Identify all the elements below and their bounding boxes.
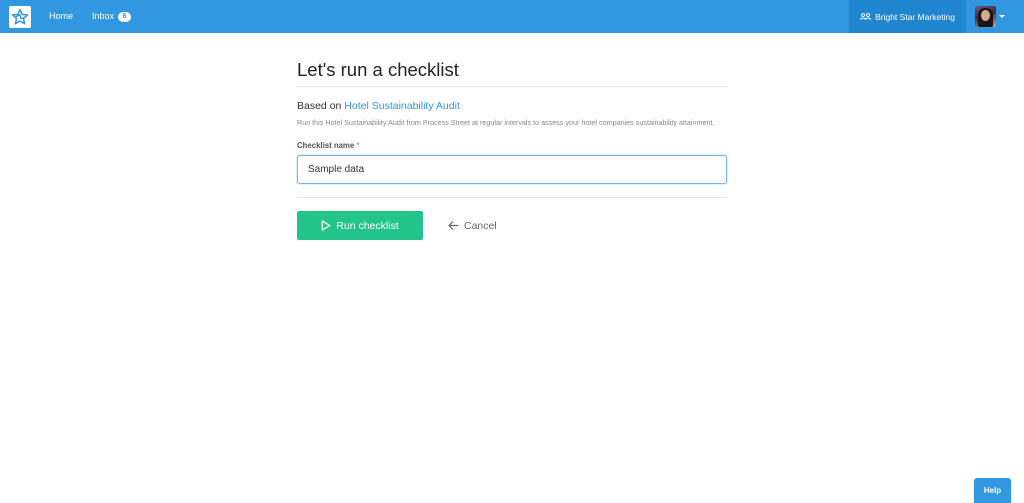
based-on-line: Based on Hotel Sustainability Audit bbox=[297, 99, 727, 113]
nav-home-link[interactable]: Home bbox=[49, 0, 73, 33]
top-navbar: Home Inbox 6 Bright Star Marketing bbox=[0, 0, 1024, 33]
nav-inbox-link[interactable]: Inbox 6 bbox=[92, 0, 132, 33]
app-logo[interactable] bbox=[9, 6, 31, 28]
template-description: Run this Hotel Sustainability Audit from… bbox=[297, 118, 715, 127]
based-on-prefix: Based on bbox=[297, 100, 342, 112]
caret-down-icon bbox=[999, 15, 1005, 18]
run-checklist-form: Let's run a checklist Based on Hotel Sus… bbox=[297, 58, 727, 240]
checklist-name-label-text: Checklist name bbox=[297, 141, 355, 150]
inbox-count-badge: 6 bbox=[118, 12, 132, 22]
nav-inbox-label: Inbox bbox=[92, 11, 115, 21]
divider bbox=[297, 197, 727, 198]
checklist-name-input[interactable] bbox=[297, 155, 727, 184]
run-checklist-button[interactable]: Run checklist bbox=[297, 211, 423, 240]
run-checklist-label: Run checklist bbox=[336, 219, 399, 232]
users-icon bbox=[860, 13, 872, 21]
avatar bbox=[975, 6, 996, 27]
required-marker: * bbox=[356, 141, 360, 150]
organization-name: Bright Star Marketing bbox=[875, 11, 955, 22]
cancel-label: Cancel bbox=[464, 219, 497, 232]
form-actions: Run checklist Cancel bbox=[297, 211, 727, 240]
page-title: Let's run a checklist bbox=[297, 58, 727, 87]
checklist-name-label: Checklist name * bbox=[297, 141, 727, 150]
template-link[interactable]: Hotel Sustainability Audit bbox=[344, 100, 460, 112]
cancel-button[interactable]: Cancel bbox=[448, 220, 497, 232]
user-menu[interactable] bbox=[975, 6, 1005, 27]
star-logo-icon bbox=[11, 8, 29, 25]
arrow-left-icon bbox=[448, 221, 459, 230]
play-icon bbox=[321, 220, 331, 231]
organization-switcher[interactable]: Bright Star Marketing bbox=[849, 0, 966, 33]
help-button[interactable]: Help bbox=[974, 478, 1011, 503]
